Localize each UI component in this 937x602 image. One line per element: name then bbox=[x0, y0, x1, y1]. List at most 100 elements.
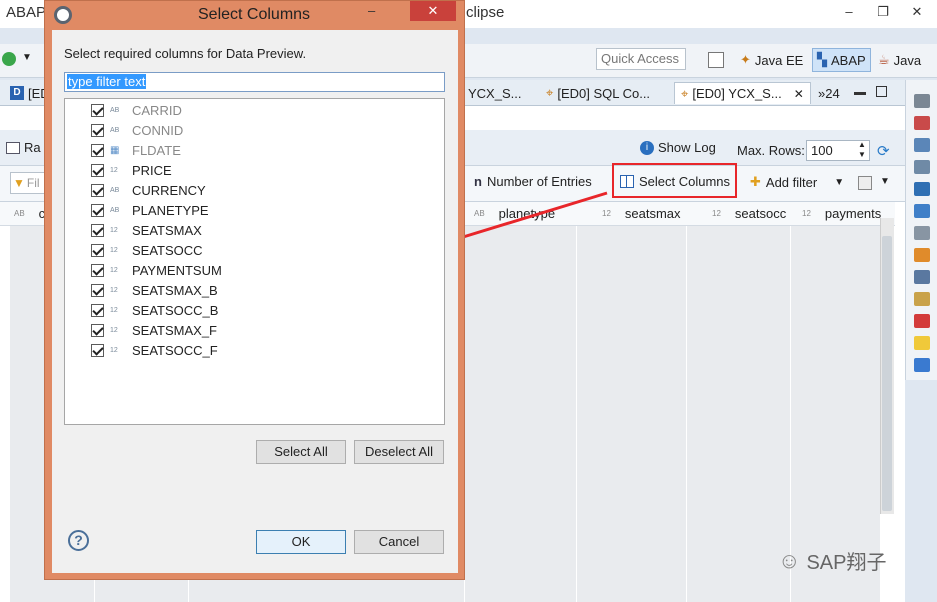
dialog-title: Select Columns bbox=[198, 6, 311, 23]
view-icon[interactable] bbox=[914, 292, 930, 306]
ok-button[interactable]: OK bbox=[256, 530, 346, 554]
type-icon: 12 bbox=[110, 266, 118, 274]
type-icon: 12 bbox=[110, 286, 118, 294]
dialog-close-button[interactable]: ✕ bbox=[410, 1, 456, 21]
checkbox[interactable] bbox=[91, 323, 104, 337]
column-label: PAYMENTSUM bbox=[132, 262, 222, 278]
checkbox[interactable] bbox=[91, 143, 104, 157]
add-filter-label: Add filter bbox=[765, 174, 818, 190]
minimize-view-icon[interactable] bbox=[854, 92, 866, 95]
list-item[interactable]: 12 PAYMENTSUM bbox=[91, 261, 222, 279]
view-icon[interactable] bbox=[914, 248, 930, 262]
wechat-icon: ☺ bbox=[778, 547, 801, 573]
checkbox[interactable] bbox=[91, 303, 104, 317]
column-header[interactable]: 12 seatsocc bbox=[712, 206, 786, 221]
cancel-button[interactable]: Cancel bbox=[354, 530, 444, 554]
filter-input[interactable]: ▼ Fil bbox=[10, 172, 46, 194]
view-icon[interactable] bbox=[914, 270, 930, 284]
info-icon: i bbox=[640, 140, 654, 155]
list-item[interactable]: AB PLANETYPE bbox=[91, 201, 209, 219]
column-name: seatsmax bbox=[624, 206, 681, 221]
chevron-down-icon[interactable]: ▼ bbox=[22, 52, 32, 63]
scrollbar-thumb[interactable] bbox=[882, 236, 892, 511]
checkbox[interactable] bbox=[91, 183, 104, 197]
run-icon[interactable] bbox=[2, 52, 16, 66]
list-item[interactable]: ▦ FLDATE bbox=[91, 141, 181, 159]
checkbox[interactable] bbox=[91, 343, 104, 357]
add-filter-button[interactable]: ✚ Add filter ▼ bbox=[750, 174, 844, 190]
close-window-button[interactable]: ✕ bbox=[903, 2, 931, 22]
list-item[interactable]: AB CONNID bbox=[91, 121, 183, 139]
view-icon[interactable] bbox=[914, 182, 930, 196]
type-icon: AB bbox=[110, 126, 120, 134]
column-type-icon: 12 bbox=[802, 209, 811, 218]
close-tab-icon[interactable]: ✕ bbox=[794, 87, 804, 101]
checkbox[interactable] bbox=[91, 223, 104, 237]
checkbox[interactable] bbox=[91, 263, 104, 277]
column-label: FLDATE bbox=[132, 142, 181, 158]
deselect-all-button[interactable]: Deselect All bbox=[354, 440, 444, 464]
list-item[interactable]: 12 SEATSMAX_F bbox=[91, 321, 217, 339]
checkbox[interactable] bbox=[91, 123, 104, 137]
maximize-view-icon[interactable] bbox=[876, 86, 887, 97]
list-item[interactable]: 12 SEATSMAX_B bbox=[91, 281, 218, 299]
tab-overflow[interactable]: »24 bbox=[812, 82, 846, 104]
tab-sql-console[interactable]: ⌖ [ED0] SQL Co... bbox=[540, 82, 656, 104]
tab-ycx-s-1[interactable]: YCX_S... bbox=[462, 82, 527, 104]
list-item[interactable]: 12 SEATSOCC bbox=[91, 241, 203, 259]
add-filter-icon: ✚ bbox=[750, 174, 761, 189]
select-all-button[interactable]: Select All bbox=[256, 440, 346, 464]
view-icon[interactable] bbox=[914, 204, 930, 218]
refresh-icon[interactable]: ⟳ bbox=[877, 142, 890, 160]
dialog-minimize-button[interactable]: – bbox=[368, 3, 375, 18]
show-log-button[interactable]: i Show Log bbox=[640, 140, 716, 155]
right-view-bar bbox=[905, 80, 937, 380]
column-filter-input[interactable]: type filter text bbox=[64, 72, 445, 92]
checkbox[interactable] bbox=[91, 283, 104, 297]
filter-placeholder: Fil bbox=[26, 176, 40, 190]
minimize-window-button[interactable]: – bbox=[835, 2, 863, 22]
list-item[interactable]: AB CURRENCY bbox=[91, 181, 206, 199]
help-icon[interactable]: ? bbox=[68, 530, 89, 551]
list-item[interactable]: 12 SEATSMAX bbox=[91, 221, 202, 239]
view-icon[interactable] bbox=[914, 314, 930, 328]
view-icon[interactable] bbox=[914, 226, 930, 240]
tab-label: [ED0] SQL Co... bbox=[557, 85, 651, 101]
checkbox[interactable] bbox=[91, 243, 104, 257]
type-icon: AB bbox=[110, 206, 120, 214]
column-label: SEATSMAX bbox=[132, 222, 202, 238]
chevron-down-icon[interactable]: ▼ bbox=[880, 176, 890, 187]
spinner-arrows-icon[interactable]: ▲ ▼ bbox=[858, 140, 866, 160]
view-icon[interactable] bbox=[914, 160, 930, 174]
type-icon: 12 bbox=[110, 346, 118, 354]
column-header[interactable]: 12 payments bbox=[802, 206, 881, 221]
list-item[interactable]: AB CARRID bbox=[91, 101, 182, 119]
tab-data-preview-active[interactable]: ⌖ [ED0] YCX_S... ✕ bbox=[674, 82, 811, 104]
column-label: SEATSMAX_F bbox=[132, 322, 218, 338]
raw-data-tab[interactable]: Ra bbox=[6, 140, 41, 155]
chevron-down-icon[interactable]: ▼ bbox=[834, 177, 844, 188]
list-item[interactable]: 12 SEATSOCC_F bbox=[91, 341, 218, 359]
perspective-java[interactable]: ☕ Java bbox=[874, 48, 925, 72]
type-icon: ▦ bbox=[110, 144, 120, 156]
window-title-left: ABAP bbox=[6, 4, 47, 21]
checkbox[interactable] bbox=[91, 103, 104, 117]
view-icon[interactable] bbox=[914, 358, 930, 372]
checkbox[interactable] bbox=[91, 203, 104, 217]
view-icon[interactable] bbox=[914, 94, 930, 108]
filter-text: type filter text bbox=[67, 74, 147, 89]
quick-access-input[interactable]: Quick Access bbox=[596, 48, 686, 70]
view-icon[interactable] bbox=[914, 116, 930, 130]
column-header[interactable]: AB c bbox=[14, 206, 45, 221]
view-icon[interactable] bbox=[914, 138, 930, 152]
restore-window-button[interactable]: ❐ bbox=[869, 2, 897, 22]
checkbox[interactable] bbox=[91, 163, 104, 177]
open-perspective-icon[interactable] bbox=[708, 52, 724, 68]
export-icon[interactable] bbox=[858, 176, 872, 190]
list-item[interactable]: 12 SEATSOCC_B bbox=[91, 301, 218, 319]
type-icon: 12 bbox=[110, 306, 118, 314]
perspective-abap[interactable]: ▚ ABAP bbox=[812, 48, 871, 72]
list-item[interactable]: 12 PRICE bbox=[91, 161, 172, 179]
perspective-java-ee[interactable]: ✦ Java EE bbox=[736, 48, 807, 72]
view-icon[interactable] bbox=[914, 336, 930, 350]
